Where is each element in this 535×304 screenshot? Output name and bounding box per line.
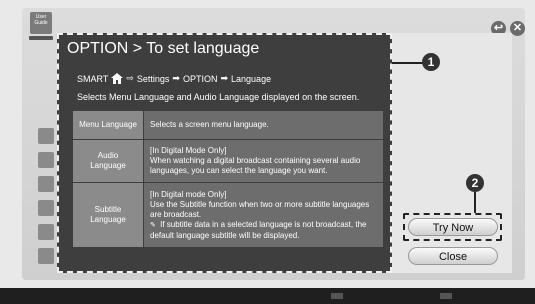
- table-row: Subtitle Language [In Digital mode Only]…: [72, 182, 384, 248]
- options-table: Menu Language Selects a screen menu lang…: [72, 110, 384, 248]
- row-name: Audio Language: [72, 139, 144, 183]
- breadcrumb-step: Settings: [136, 73, 170, 84]
- rail-icon[interactable]: [38, 128, 54, 144]
- row-name: Subtitle Language: [72, 182, 144, 248]
- bottom-bar: [0, 288, 535, 304]
- table-row: Audio Language [In Digital Mode Only] Wh…: [72, 139, 384, 183]
- rail-icon[interactable]: [38, 248, 54, 264]
- row-value-line: When watching a digital broadcast contai…: [150, 156, 361, 175]
- row-value-line: [In Digital Mode Only]: [150, 146, 227, 155]
- callout-line: [474, 192, 476, 213]
- rail-icon[interactable]: [38, 176, 54, 192]
- user-guide-logo: User Guide: [30, 12, 52, 34]
- close-button[interactable]: Close: [408, 247, 498, 265]
- row-value: Selects a screen menu language.: [143, 110, 384, 140]
- breadcrumb-step: OPTION: [182, 73, 218, 84]
- row-value: [In Digital mode Only] Use the Subtitle …: [143, 182, 384, 248]
- row-name: Menu Language: [72, 110, 144, 140]
- rail-icon[interactable]: [38, 200, 54, 216]
- logo-text: User Guide: [34, 14, 48, 26]
- note-text: If subtitle data in a selected language …: [150, 219, 367, 240]
- bottom-indicator: [440, 293, 452, 299]
- rail-icon[interactable]: [38, 224, 54, 240]
- note-icon: ✎: [150, 221, 156, 229]
- breadcrumb-start: SMART: [77, 73, 109, 84]
- home-icon: [111, 73, 124, 84]
- callout-line: [392, 62, 424, 64]
- rail-icon[interactable]: [38, 152, 54, 168]
- arrow-icon: ⇨: [126, 73, 134, 83]
- bottom-indicator: [331, 293, 343, 299]
- dialog-title: OPTION > To set language: [67, 40, 260, 57]
- breadcrumb: SMART ⇨ Settings ➡ OPTION ➡ Language: [77, 73, 271, 84]
- arrow-icon: ➡: [220, 73, 229, 83]
- left-rail: [38, 40, 58, 280]
- row-value-note: ✎ If subtitle data in a selected languag…: [150, 220, 377, 241]
- callout-marker: 2: [466, 174, 484, 192]
- exit-icon[interactable]: ✕: [510, 21, 525, 36]
- row-value: [In Digital Mode Only] When watching a d…: [143, 139, 384, 183]
- dialog-description: Selects Menu Language and Audio Language…: [77, 92, 360, 102]
- try-now-button[interactable]: Try Now: [408, 218, 498, 236]
- table-row: Menu Language Selects a screen menu lang…: [72, 110, 384, 140]
- callout-marker: 1: [422, 53, 440, 71]
- breadcrumb-step: Language: [231, 73, 272, 84]
- arrow-icon: ➡: [172, 73, 180, 83]
- row-value-line: Use the Subtitle function when two or mo…: [150, 199, 370, 219]
- row-value-line: [In Digital mode Only]: [150, 189, 227, 199]
